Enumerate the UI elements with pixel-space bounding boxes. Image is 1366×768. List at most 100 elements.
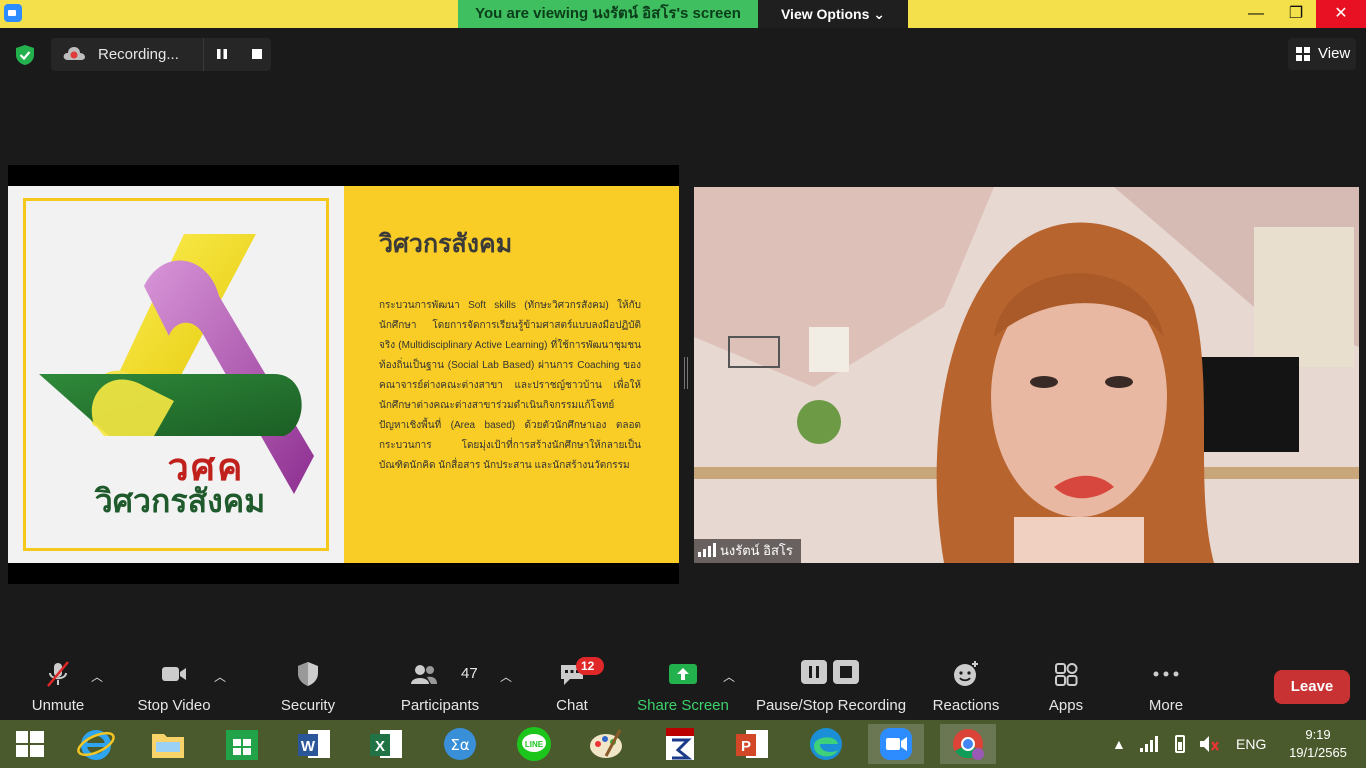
powerpoint-icon: P [736, 730, 768, 758]
security-button[interactable]: Security [272, 650, 344, 720]
internet-explorer-icon [77, 730, 115, 760]
pause-stop-recording-button[interactable]: Pause/Stop Recording [752, 650, 910, 720]
show-hidden-icons-button[interactable]: ▲ [1112, 720, 1126, 768]
video-options-caret[interactable]: ︿ [214, 668, 226, 685]
clock-time: 9:19 [1305, 727, 1331, 742]
meeting-toolbar: Unmute ︿ Stop Video ︿ Security Participa… [0, 650, 1366, 720]
windows-start-button[interactable] [2, 724, 58, 764]
audio-options-caret[interactable]: ︿ [91, 668, 103, 685]
chrome-browser-icon [953, 729, 984, 760]
recording-controls-icon [801, 660, 859, 684]
taskbar-clock[interactable]: 9:19 19/1/2565 [1280, 726, 1356, 762]
participants-count: 47 [461, 665, 478, 682]
stop-video-button[interactable]: Stop Video [132, 650, 216, 720]
taskbar-store[interactable] [214, 724, 270, 764]
line-chat-icon: LINE [517, 727, 551, 761]
network-signal-icon[interactable] [1140, 736, 1158, 752]
viewing-screen-banner: You are viewing นงรัตน์ อิสโร's screen [458, 0, 758, 28]
panel-splitter-handle[interactable] [684, 357, 688, 389]
taskbar-lisrel[interactable] [652, 724, 708, 764]
signal-strength-icon [698, 543, 716, 557]
participant-name-tag: นงรัตน์ อิสโร [694, 539, 801, 563]
excel-icon: X [370, 730, 402, 758]
taskbar-file-explorer[interactable] [140, 724, 196, 764]
window-titlebar: You are viewing นงรัตน์ อิสโร's screen V… [0, 0, 1366, 28]
apps-button[interactable]: Apps [1036, 650, 1096, 720]
apps-label: Apps [1048, 697, 1084, 714]
view-options-label: View Options [780, 6, 870, 22]
reactions-button[interactable]: Reactions [928, 650, 1004, 720]
apps-icon [1055, 663, 1078, 686]
participant-video[interactable] [694, 187, 1359, 563]
stop-video-label: Stop Video [137, 697, 211, 714]
cloud-recording-icon [63, 47, 85, 60]
grid-view-icon [1296, 47, 1310, 61]
slide-logo-panel: วศค วิศวกรสังคม [8, 186, 344, 563]
maximize-button[interactable]: ❐ [1276, 0, 1316, 28]
unmute-label: Unmute [31, 697, 85, 714]
folder-icon [152, 734, 184, 758]
participant-name: นงรัตน์ อิสโร [720, 543, 793, 558]
participants-label: Participants [400, 697, 480, 714]
view-options-button[interactable]: View Options ⌄ [758, 0, 908, 28]
reactions-label: Reactions [932, 697, 1000, 714]
taskbar-chrome[interactable] [940, 724, 996, 764]
svg-text:X: X [375, 738, 385, 755]
speaker-muted-icon[interactable] [1198, 734, 1220, 754]
security-label: Security [280, 697, 336, 714]
svg-text:P: P [741, 738, 751, 755]
chat-label: Chat [556, 697, 588, 714]
encryption-shield-icon[interactable] [14, 44, 36, 66]
share-screen-icon [669, 664, 697, 684]
paint-palette-icon [590, 729, 622, 758]
view-layout-button[interactable]: View [1288, 38, 1356, 70]
taskbar-powerpoint[interactable]: P [724, 724, 780, 764]
share-screen-label: Share Screen [637, 697, 729, 714]
taskbar-paint[interactable] [578, 724, 634, 764]
unmute-button[interactable]: Unmute [22, 650, 94, 720]
minimize-button[interactable]: — [1236, 0, 1276, 28]
share-screen-button[interactable]: Share Screen [636, 650, 730, 720]
input-language[interactable]: ENG [1236, 720, 1266, 768]
edge-browser-icon [810, 728, 842, 760]
taskbar-excel[interactable]: X [358, 724, 414, 764]
smiley-reaction-icon [954, 661, 978, 686]
taskbar-calculator[interactable]: Σα [432, 724, 488, 764]
recording-status: Recording... [98, 46, 179, 63]
pause-recording-icon[interactable] [212, 44, 232, 64]
svg-text:W: W [301, 738, 316, 755]
more-button[interactable]: More [1136, 650, 1196, 720]
svg-text:LINE: LINE [525, 740, 544, 749]
clock-date: 19/1/2565 [1289, 745, 1347, 760]
video-camera-icon [162, 667, 186, 681]
stop-recording-icon[interactable] [247, 44, 267, 64]
taskbar-line[interactable]: LINE [506, 724, 562, 764]
windows-taskbar: W X Σα LINE P ▲ ENG 9:19 19/1/2565 [0, 720, 1366, 768]
windows-logo-icon [16, 731, 44, 757]
close-button[interactable]: ✕ [1316, 0, 1366, 28]
leave-button[interactable]: Leave [1274, 670, 1350, 704]
logo-name: วิศวกรสังคม [94, 483, 266, 519]
svg-text:Σα: Σα [450, 736, 469, 754]
store-bag-icon [226, 730, 258, 760]
chat-unread-badge: 12 [576, 657, 604, 675]
taskbar-internet-explorer[interactable] [68, 724, 124, 764]
participants-options-caret[interactable]: ︿ [500, 668, 512, 685]
word-icon: W [298, 730, 330, 758]
video-frame-image [694, 187, 1359, 563]
participants-button[interactable]: Participants [396, 650, 484, 720]
math-calculator-icon: Σα [444, 728, 476, 760]
battery-icon[interactable] [1170, 734, 1190, 754]
microphone-muted-icon [47, 661, 69, 687]
more-label: More [1148, 697, 1184, 714]
view-label: View [1318, 45, 1351, 62]
divider [203, 38, 204, 71]
taskbar-word[interactable]: W [286, 724, 342, 764]
zoom-app-icon [880, 728, 912, 760]
slide-body-text: กระบวนการพัฒนา Soft skills (ทักษะวิศวกรส… [379, 300, 641, 471]
taskbar-zoom[interactable] [868, 724, 924, 764]
taskbar-edge[interactable] [798, 724, 854, 764]
share-options-caret[interactable]: ︿ [723, 668, 735, 685]
security-shield-icon [298, 662, 318, 686]
zoom-app-icon [4, 4, 22, 22]
